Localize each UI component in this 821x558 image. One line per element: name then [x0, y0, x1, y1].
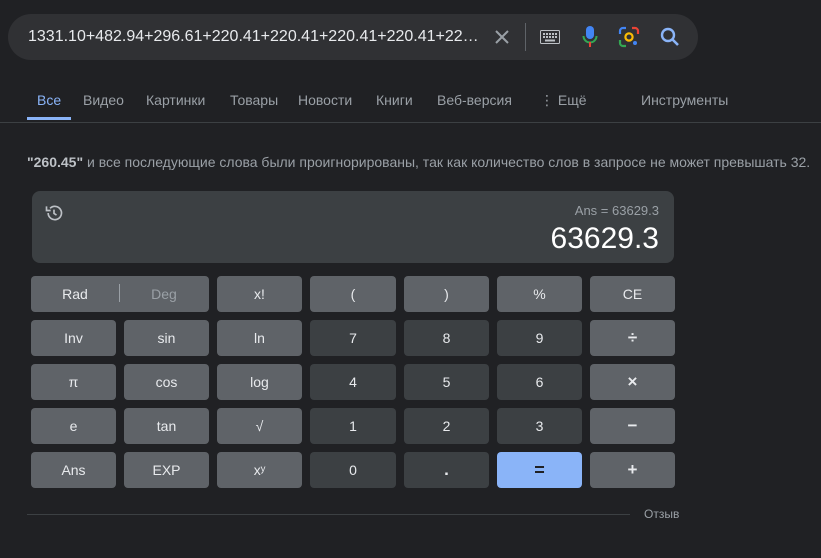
euler-button[interactable]: e: [31, 408, 116, 444]
clear-entry-button[interactable]: CE: [590, 276, 675, 312]
pi-button[interactable]: π: [31, 364, 116, 400]
multiply-button[interactable]: ×: [590, 364, 675, 400]
ignored-word: "260.45": [27, 154, 84, 170]
tab-all[interactable]: Все: [27, 84, 72, 120]
tab-web[interactable]: Веб-версия: [437, 84, 512, 120]
rad-deg-toggle[interactable]: Rad Deg: [31, 276, 209, 312]
history-icon[interactable]: [44, 203, 64, 228]
mic-icon[interactable]: [578, 25, 602, 49]
footer-divider: [27, 514, 630, 515]
digit-9-button[interactable]: 9: [497, 320, 582, 356]
close-icon[interactable]: [490, 25, 514, 49]
calculator-result: 63629.3: [550, 222, 659, 255]
ans-button[interactable]: Ans: [31, 452, 116, 488]
factorial-button[interactable]: x!: [217, 276, 302, 312]
left-paren-button[interactable]: (: [310, 276, 396, 312]
digit-7-button[interactable]: 7: [310, 320, 396, 356]
ln-button[interactable]: ln: [217, 320, 302, 356]
digit-0-button[interactable]: 0: [310, 452, 396, 488]
exp-button[interactable]: EXP: [124, 452, 209, 488]
tab-books[interactable]: Книги: [376, 84, 413, 120]
sin-button[interactable]: sin: [124, 320, 209, 356]
digit-8-button[interactable]: 8: [404, 320, 489, 356]
feedback-link[interactable]: Отзыв: [644, 507, 679, 521]
percent-button[interactable]: %: [497, 276, 582, 312]
digit-2-button[interactable]: 2: [404, 408, 489, 444]
right-paren-button[interactable]: ): [404, 276, 489, 312]
search-icon[interactable]: [658, 25, 682, 49]
inverse-button[interactable]: Inv: [31, 320, 116, 356]
tab-video[interactable]: Видео: [83, 84, 124, 120]
deg-option[interactable]: Deg: [120, 286, 208, 302]
search-input[interactable]: 1331.10+482.94+296.61+220.41+220.41+220.…: [28, 14, 486, 60]
digit-4-button[interactable]: 4: [310, 364, 396, 400]
tab-tools[interactable]: Инструменты: [641, 84, 728, 120]
subtract-button[interactable]: −: [590, 408, 675, 444]
cos-button[interactable]: cos: [124, 364, 209, 400]
add-button[interactable]: +: [590, 452, 675, 488]
digit-6-button[interactable]: 6: [497, 364, 582, 400]
sqrt-button[interactable]: √: [217, 408, 302, 444]
digit-1-button[interactable]: 1: [310, 408, 396, 444]
decimal-button[interactable]: .: [404, 452, 489, 488]
rad-option[interactable]: Rad: [31, 286, 119, 302]
tab-images[interactable]: Картинки: [146, 84, 205, 120]
tab-shopping[interactable]: Товары: [230, 84, 278, 120]
divide-button[interactable]: ÷: [590, 320, 675, 356]
notice-text: и все последующие слова были проигнориро…: [83, 154, 811, 170]
digit-3-button[interactable]: 3: [497, 408, 582, 444]
search-divider: [525, 23, 526, 51]
tab-news[interactable]: Новости: [298, 84, 352, 120]
power-button[interactable]: xʸ: [217, 452, 302, 488]
search-bar: 1331.10+482.94+296.61+220.41+220.41+220.…: [8, 14, 698, 60]
lens-icon[interactable]: [617, 25, 641, 49]
keyboard-icon[interactable]: [538, 25, 562, 49]
ans-history: Ans = 63629.3: [574, 203, 659, 218]
equals-button[interactable]: =: [497, 452, 582, 488]
calculator-display: Ans = 63629.3 63629.3: [32, 191, 674, 263]
tan-button[interactable]: tan: [124, 408, 209, 444]
digit-5-button[interactable]: 5: [404, 364, 489, 400]
word-limit-notice: "260.45" и все последующие слова были пр…: [27, 154, 810, 170]
log-button[interactable]: log: [217, 364, 302, 400]
tab-more[interactable]: ⋮ Ещё: [540, 84, 587, 120]
search-tabs: Все Видео Картинки Товары Новости Книги …: [0, 84, 821, 123]
